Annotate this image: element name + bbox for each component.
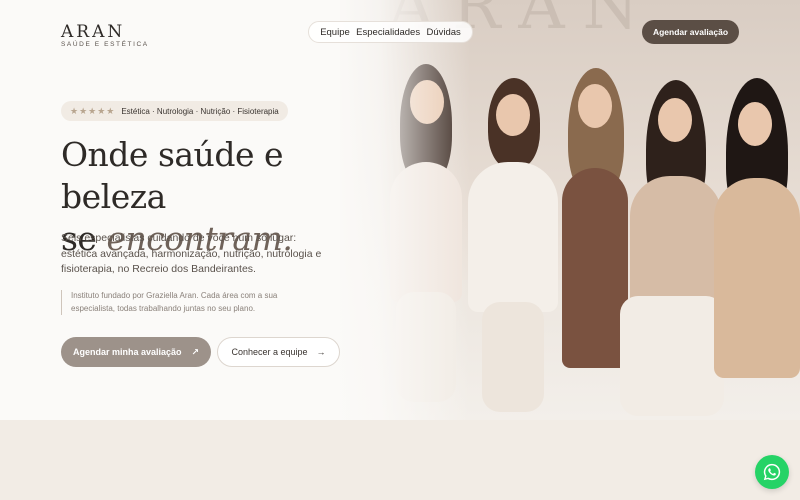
specialties-text: Estética · Nutrologia · Nutrição · Fisio… <box>121 106 279 116</box>
nav-item-equipe[interactable]: Equipe <box>320 27 350 38</box>
nav-item-especialidades[interactable]: Especialidades <box>356 27 420 38</box>
next-section <box>0 420 800 500</box>
whatsapp-button[interactable] <box>755 455 789 489</box>
main-nav: Equipe Especialidades Dúvidas <box>308 21 473 43</box>
rating-stars: ★★★★★ <box>70 105 116 116</box>
arrow-right-icon: → <box>316 347 326 357</box>
team-member-5 <box>710 78 800 418</box>
schedule-evaluation-button[interactable]: Agendar minha avaliação ↗ <box>61 337 211 367</box>
specialties-badge: ★★★★★ Estética · Nutrologia · Nutrição ·… <box>61 101 288 121</box>
headline-line-1: Onde saúde e beleza <box>61 135 284 216</box>
nav-item-duvidas[interactable]: Dúvidas <box>426 27 460 38</box>
meet-team-button[interactable]: Conhecer a equipe → <box>217 337 340 367</box>
hero-section: ARAN ARAN SAÚDE E ESTÉTICA Equipe Especi… <box>0 0 800 420</box>
founder-note: Instituto fundado por Graziella Aran. Ca… <box>61 290 301 315</box>
team-member-2 <box>460 72 560 412</box>
header-schedule-button[interactable]: Agendar avaliação <box>642 20 739 44</box>
brand-name: ARAN <box>61 22 126 42</box>
hero-description: Seis especialistas cuidando de você num … <box>61 232 322 275</box>
meet-team-label: Conhecer a equipe <box>231 347 308 357</box>
brand-tagline: SAÚDE E ESTÉTICA <box>61 41 149 48</box>
schedule-evaluation-label: Agendar minha avaliação <box>72 347 182 357</box>
brand-logo[interactable]: ARAN SAÚDE E ESTÉTICA <box>61 22 149 48</box>
whatsapp-icon <box>763 463 781 481</box>
arrow-up-right-icon: ↗ <box>191 346 200 357</box>
